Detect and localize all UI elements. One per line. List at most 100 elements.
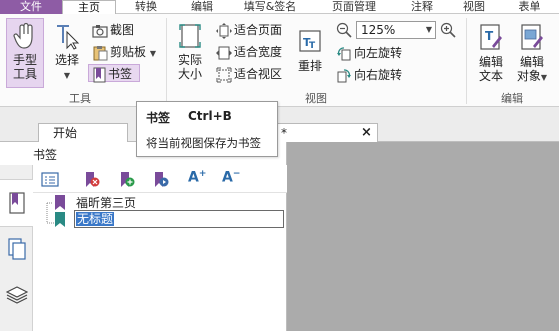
zoom-value: 125% [361, 23, 396, 37]
bookmark-item-icon [55, 195, 65, 210]
tab-start-label: 开始 [53, 126, 78, 140]
edit-object-dropdown-arrow-icon: ▼ [540, 73, 548, 82]
ribbon: 手型 工具 选择 ▼ 截图 剪贴板 ▼ 书签 工具 实际 大小 适合页面 适合宽… [0, 14, 559, 107]
expand-bookmarks-icon[interactable] [41, 171, 59, 189]
fit-visible-button[interactable]: 适合视区 [216, 65, 282, 83]
zoom-out-icon[interactable] [336, 22, 352, 38]
hand-tool-button[interactable]: 手型 工具 [6, 18, 44, 88]
actual-size-label-1: 实际 [177, 53, 202, 67]
zoom-in-icon[interactable] [440, 22, 456, 38]
select-button[interactable]: 选择 ▼ [50, 18, 84, 88]
bookmarks-panel-icon [9, 192, 25, 214]
group-divider [166, 18, 167, 104]
actual-size-label-2: 大小 [177, 67, 202, 81]
reflow-icon: T T [299, 30, 321, 52]
rotate-right-button[interactable]: 向右旋转 [336, 66, 402, 84]
zoom-dropdown-arrow-icon: ▼ [425, 25, 432, 34]
fit-width-icon [216, 46, 232, 59]
page-thumbnails-icon[interactable] [7, 238, 27, 260]
rotate-right-icon [337, 68, 351, 82]
document-view[interactable] [287, 142, 559, 331]
bookmark-rename-text: 无标题 [76, 212, 115, 226]
bookmark-button[interactable]: 书签 [88, 64, 140, 82]
tab-edit[interactable]: 编辑 [176, 0, 228, 14]
clipboard-icon [93, 45, 108, 60]
menu-bar: 文件 主页 转换 编辑 填写&签名 页面管理 注释 视图 表单 [0, 0, 559, 15]
tooltip-title: 书签 [146, 111, 171, 125]
tab-file[interactable]: 文件 [0, 0, 62, 14]
select-dropdown-arrow-icon: ▼ [63, 71, 71, 80]
tools-group-label: 工具 [69, 92, 91, 105]
hand-icon [13, 22, 33, 49]
close-icon[interactable]: × [361, 124, 372, 142]
clipboard-label: 剪贴板 [110, 45, 147, 59]
bookmark-label: 书签 [108, 67, 133, 81]
fit-page-button[interactable]: 适合页面 [216, 21, 282, 39]
tab-convert[interactable]: 转换 [116, 0, 176, 14]
edit-object-icon [521, 24, 543, 50]
edit-object-label-1: 编辑 [519, 55, 544, 69]
svg-text:T: T [309, 41, 316, 51]
nav-bookmarks-button[interactable] [0, 179, 33, 227]
bookmark-rename-input[interactable]: 无标题 [74, 210, 284, 228]
rotate-left-button[interactable]: 向左旋转 [336, 44, 402, 62]
tab-organize[interactable]: 页面管理 [312, 0, 396, 14]
go-to-bookmark-icon[interactable] [152, 171, 170, 189]
document-tab-strip: 开始 * × [0, 107, 559, 142]
bookmark-item-icon [55, 212, 65, 227]
tab-document[interactable]: * × [270, 123, 378, 142]
fit-width-button[interactable]: 适合宽度 [216, 43, 282, 61]
rotate-left-icon [337, 46, 351, 60]
fit-width-label: 适合宽度 [234, 45, 283, 59]
rotate-right-label: 向右旋转 [354, 68, 403, 82]
bookmark-icon [93, 67, 106, 82]
fit-page-label: 适合页面 [234, 23, 283, 37]
edit-group-label: 编辑 [501, 92, 523, 105]
tab-comment[interactable]: 注释 [396, 0, 448, 14]
fit-page-icon [216, 22, 232, 39]
decrease-font-size-icon[interactable]: A− [222, 169, 240, 186]
tooltip-description: 将当前视图保存为书签 [146, 136, 261, 150]
screenshot-button[interactable]: 截图 [92, 21, 134, 39]
tab-fill-sign[interactable]: 填写&签名 [228, 0, 312, 14]
select-cursor-icon [57, 25, 80, 50]
hand-tool-label-1: 手型 [12, 53, 37, 67]
edit-text-label-2: 文本 [478, 69, 503, 83]
edit-object-label-text: 对象 [516, 69, 541, 83]
actual-size-icon [179, 24, 201, 48]
camera-icon [92, 24, 108, 38]
zoom-select[interactable]: 125% ▼ [356, 21, 436, 39]
reflow-button[interactable]: T T 重排 [294, 18, 326, 88]
edit-object-button[interactable]: 编辑 对象▼ [512, 18, 552, 88]
reflow-label: 重排 [297, 59, 322, 73]
clipboard-dropdown-arrow-icon: ▼ [149, 49, 156, 58]
screenshot-label: 截图 [110, 23, 135, 37]
fit-visible-label: 适合视区 [234, 67, 283, 81]
edit-text-button[interactable]: T 编辑 文本 [473, 18, 509, 88]
edit-text-label-1: 编辑 [478, 55, 503, 69]
increase-font-size-icon[interactable]: A+ [188, 169, 206, 186]
hand-tool-label-2: 工具 [12, 67, 37, 81]
fit-visible-icon [216, 67, 232, 82]
tooltip-shortcut: Ctrl+B [188, 109, 232, 123]
rotate-left-label: 向左旋转 [354, 46, 403, 60]
panel-title: 书签 [33, 148, 58, 162]
add-bookmark-icon[interactable] [118, 171, 136, 189]
tab-document-modified-marker: * [281, 126, 287, 140]
group-divider [466, 18, 467, 104]
select-label: 选择 [54, 53, 79, 67]
bookmark-tooltip: 书签 Ctrl+B 将当前视图保存为书签 [136, 101, 278, 157]
tab-view[interactable]: 视图 [448, 0, 500, 14]
tab-form[interactable]: 表单 [500, 0, 559, 14]
actual-size-button[interactable]: 实际 大小 [172, 18, 208, 88]
clipboard-button[interactable]: 剪贴板 ▼ [92, 43, 156, 61]
view-group-label: 视图 [305, 92, 327, 105]
edit-object-label-2: 对象▼ [512, 69, 552, 85]
svg-text:T: T [485, 29, 494, 43]
delete-bookmark-icon[interactable] [83, 171, 101, 189]
navigation-rail [0, 165, 33, 331]
edit-text-icon: T [480, 24, 502, 50]
tab-start[interactable]: 开始 [38, 123, 128, 142]
layers-icon[interactable] [6, 285, 28, 305]
tab-home[interactable]: 主页 [62, 0, 116, 15]
